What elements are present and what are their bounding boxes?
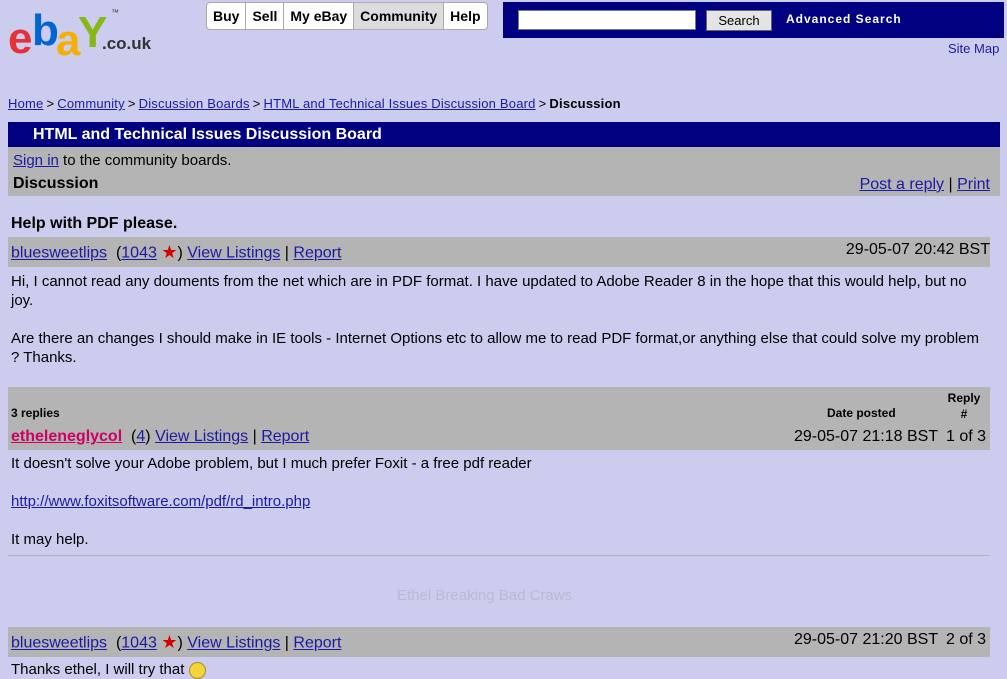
logo-letter-y: Y	[78, 8, 107, 57]
tab-my-ebay[interactable]: My eBay	[284, 3, 355, 29]
reply-date: 29-05-07 21:18 BST	[794, 428, 939, 445]
reply-number-header: Reply #	[947, 391, 981, 421]
sign-in-link[interactable]: Sign in	[13, 152, 59, 169]
reply-1-meta: etheleneglycol (4) View Listings | Repor…	[11, 428, 310, 445]
post-actions: Post a reply | Print	[859, 176, 990, 193]
breadcrumb-separator: >	[46, 96, 55, 111]
topic-body-p1: Hi, I cannot read any douments from the …	[11, 273, 967, 309]
breadcrumb-board[interactable]: HTML and Technical Issues Discussion Boa…	[263, 96, 535, 111]
logo-letter-e: e	[8, 14, 33, 63]
reply-1-body-end: It may help.	[11, 531, 89, 548]
board-header: HTML and Technical Issues Discussion Boa…	[8, 122, 1000, 147]
smiley-icon	[188, 661, 206, 679]
topic-body-p2: Are there an changes I should make in IE…	[11, 330, 979, 366]
print-link[interactable]: Print	[957, 176, 990, 193]
signin-bar: Sign in to the community boards. Discuss…	[8, 147, 1000, 196]
feedback-score-link[interactable]: 1043	[121, 245, 157, 262]
feedback-star-icon: ★	[161, 632, 178, 652]
feedback-star-icon: ★	[161, 242, 178, 262]
breadcrumb-separator: >	[538, 96, 547, 111]
reply-divider	[8, 555, 990, 556]
tab-help[interactable]: Help	[444, 3, 486, 29]
reply-number: 2 of 3	[946, 631, 987, 648]
report-link[interactable]: Report	[261, 428, 309, 445]
topic-meta-row: bluesweetlips (1043 ★) View Listings | R…	[8, 237, 990, 267]
board-title: HTML and Technical Issues Discussion Boa…	[33, 126, 382, 143]
report-link[interactable]: Report	[293, 635, 341, 652]
reply-signature: Ethel Breaking Bad Craws	[397, 587, 573, 604]
reply-2-meta-row: bluesweetlips (1043 ★) View Listings | R…	[8, 627, 990, 657]
logo-trademark: ™	[111, 8, 119, 17]
topic-title: Help with PDF please.	[11, 215, 178, 232]
advanced-search-link[interactable]: Advanced Search	[786, 12, 902, 26]
search-bar: Search Advanced Search	[503, 2, 1004, 38]
logo-letter-a: a	[56, 16, 81, 65]
post-reply-link[interactable]: Post a reply	[860, 176, 944, 193]
breadcrumb-community[interactable]: Community	[57, 96, 125, 111]
main-nav-tabs: Buy Sell My eBay Community Help	[206, 2, 488, 30]
breadcrumb-separator: >	[127, 96, 136, 111]
logo-domain: .co.uk	[102, 34, 152, 53]
author-link[interactable]: bluesweetlips	[11, 245, 107, 262]
discussion-label: Discussion	[13, 175, 99, 192]
reply-2-body: Thanks ethel, I will try that	[11, 660, 986, 679]
view-listings-link[interactable]: View Listings	[187, 245, 280, 262]
feedback-score-link[interactable]: 1043	[121, 635, 157, 652]
view-listings-link[interactable]: View Listings	[187, 635, 280, 652]
tab-buy[interactable]: Buy	[207, 3, 247, 29]
breadcrumb: Home > Community > Discussion Boards > HTML an…	[8, 96, 621, 111]
tab-community[interactable]: Community	[354, 3, 445, 29]
date-posted-header: Date posted	[827, 406, 896, 420]
breadcrumb-current: Discussion	[549, 96, 621, 111]
ebay-logo[interactable]: e b a Y ™ .co.uk	[8, 6, 158, 65]
breadcrumb-discussion-boards[interactable]: Discussion Boards	[139, 96, 250, 111]
tab-sell[interactable]: Sell	[246, 3, 285, 29]
search-button[interactable]: Search	[706, 10, 772, 31]
feedback-score-link[interactable]: 4	[136, 428, 145, 445]
view-listings-link[interactable]: View Listings	[155, 428, 248, 445]
replies-count: 3 replies	[11, 406, 60, 420]
signin-text: to the community boards.	[58, 152, 232, 169]
reply-date: 29-05-07 21:20 BST	[794, 631, 939, 648]
replies-bar: 3 replies Date posted Reply # ethelenegl…	[8, 387, 990, 450]
reply-author-link[interactable]: bluesweetlips	[11, 635, 107, 652]
breadcrumb-home[interactable]: Home	[8, 96, 43, 111]
foxit-url-link[interactable]: http://www.foxitsoftware.com/pdf/rd_intr…	[11, 493, 310, 510]
signin-message: Sign in to the community boards.	[13, 152, 231, 169]
breadcrumb-separator: >	[252, 96, 261, 111]
report-link[interactable]: Report	[293, 245, 341, 262]
reply-1-link-line: http://www.foxitsoftware.com/pdf/rd_intr…	[11, 492, 986, 511]
reply-number: 1 of 3	[946, 428, 987, 445]
post-date: 29-05-07 20:42 BST	[845, 241, 990, 258]
reply-1-body: It doesn't solve your Adobe problem, but…	[11, 455, 532, 472]
logo-letter-b: b	[32, 6, 59, 55]
search-input[interactable]	[518, 10, 696, 30]
reply-author-link[interactable]: etheleneglycol	[11, 428, 122, 445]
site-map-link[interactable]: Site Map	[948, 41, 999, 56]
